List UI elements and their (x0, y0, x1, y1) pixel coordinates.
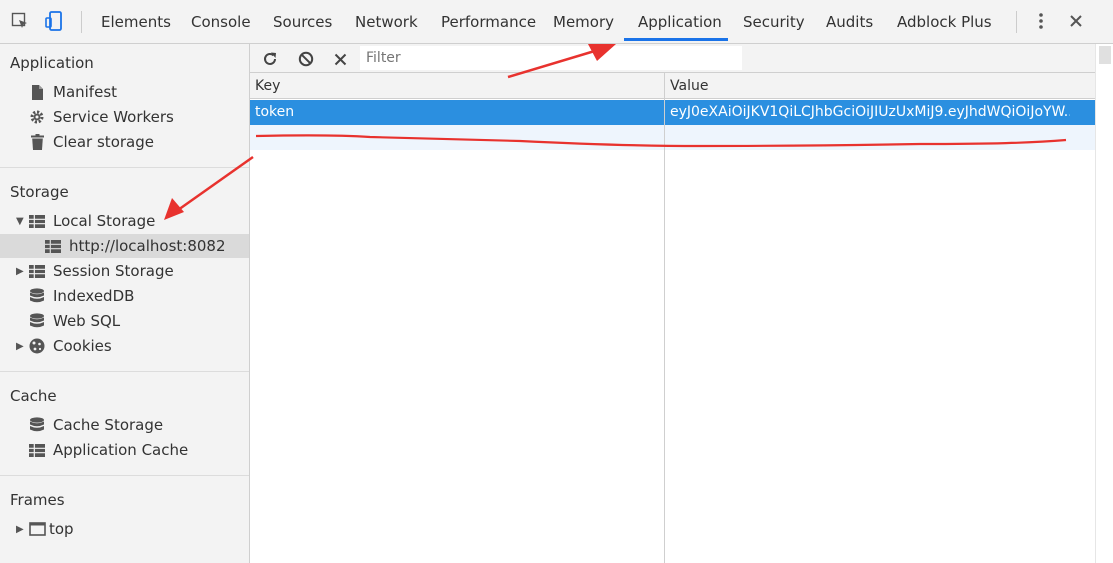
frame-window-icon (28, 521, 46, 537)
column-header-key[interactable]: Key (250, 73, 280, 99)
devtools-tabbar: Elements Console Sources Network Perform… (0, 0, 1113, 44)
application-sidebar: Application Manifest Service Workers Cle… (0, 44, 250, 563)
refresh-icon[interactable] (259, 48, 281, 70)
table-row-empty[interactable] (250, 125, 1095, 150)
table-grid-icon (44, 238, 62, 254)
sidebar-item-frame-top[interactable]: ▶ top (0, 517, 249, 541)
database-icon (28, 417, 46, 433)
column-divider (664, 73, 665, 563)
tab-network[interactable]: Network (355, 0, 418, 44)
trash-icon (28, 134, 46, 150)
sidebar-item-label: http://localhost:8082 (69, 237, 226, 255)
storage-toolbar (250, 44, 1095, 73)
section-divider (0, 167, 249, 168)
expand-arrow-right-icon[interactable]: ▶ (16, 341, 26, 352)
vertical-scrollbar[interactable] (1095, 44, 1113, 563)
value-cell[interactable]: eyJ0eXAiOiJKV1QiLCJhbGciOiJIUzUxMiJ9.eyJ… (665, 100, 1070, 125)
expand-arrow-right-icon[interactable]: ▶ (16, 524, 26, 535)
sidebar-item-label: IndexedDB (53, 287, 135, 305)
toolbar-divider (81, 11, 82, 33)
clear-all-icon[interactable] (295, 48, 317, 70)
expand-arrow-right-icon[interactable]: ▶ (16, 266, 26, 277)
table-grid-icon (28, 442, 46, 458)
sidebar-item-indexeddb[interactable]: IndexedDB (0, 284, 249, 308)
sidebar-item-label: Clear storage (53, 133, 154, 151)
cookie-icon (28, 338, 46, 354)
table-grid-icon (28, 263, 46, 279)
database-icon (28, 288, 46, 304)
sidebar-item-label: Application Cache (53, 441, 189, 459)
table-row[interactable]: token eyJ0eXAiOiJKV1QiLCJhbGciOiJIUzUxMi… (250, 100, 1095, 125)
section-divider (0, 371, 249, 372)
more-options-icon[interactable] (1030, 10, 1052, 32)
tab-elements[interactable]: Elements (101, 0, 171, 44)
sidebar-item-label: Local Storage (53, 212, 156, 230)
tab-security[interactable]: Security (743, 0, 805, 44)
sidebar-item-local-storage[interactable]: ▼ Local Storage (0, 209, 249, 233)
toolbar-divider (1016, 11, 1017, 33)
section-title-frames: Frames (10, 491, 65, 509)
sidebar-item-manifest[interactable]: Manifest (0, 80, 249, 104)
sidebar-item-clear-storage[interactable]: Clear storage (0, 130, 249, 154)
expand-arrow-down-icon[interactable]: ▼ (16, 216, 26, 227)
sidebar-item-label: Cookies (53, 337, 112, 355)
filter-input[interactable] (360, 46, 742, 70)
sidebar-item-label: Session Storage (53, 262, 174, 280)
sidebar-item-label: Service Workers (53, 108, 174, 126)
sidebar-item-application-cache[interactable]: Application Cache (0, 438, 249, 462)
tab-adblock-plus[interactable]: Adblock Plus (897, 0, 992, 44)
tab-performance[interactable]: Performance (441, 0, 536, 44)
close-icon[interactable] (1065, 10, 1087, 32)
sidebar-item-label: top (49, 520, 74, 538)
section-divider (0, 475, 249, 476)
device-toolbar-icon[interactable] (43, 10, 65, 32)
table-grid-icon (28, 213, 46, 229)
file-icon (28, 84, 46, 100)
key-cell[interactable]: token (250, 100, 664, 125)
section-title-application: Application (10, 54, 94, 72)
tab-memory[interactable]: Memory (553, 0, 614, 44)
inspect-element-icon[interactable] (9, 10, 31, 32)
sidebar-item-service-workers[interactable]: Service Workers (0, 105, 249, 129)
tab-console[interactable]: Console (191, 0, 251, 44)
sidebar-item-websql[interactable]: Web SQL (0, 309, 249, 333)
sidebar-item-session-storage[interactable]: ▶ Session Storage (0, 259, 249, 283)
scrollbar-thumb[interactable] (1099, 46, 1111, 64)
tab-audits[interactable]: Audits (826, 0, 873, 44)
sidebar-item-local-origin[interactable]: http://localhost:8082 (0, 234, 249, 258)
sidebar-item-label: Web SQL (53, 312, 121, 330)
sidebar-item-label: Cache Storage (53, 416, 164, 434)
sidebar-item-cookies[interactable]: ▶ Cookies (0, 334, 249, 358)
storage-table: Key Value token eyJ0eXAiOiJKV1QiLCJhbGci… (250, 73, 1095, 563)
delete-selected-icon[interactable] (329, 48, 351, 70)
section-title-storage: Storage (10, 183, 69, 201)
gear-icon (28, 109, 46, 125)
section-title-cache: Cache (10, 387, 57, 405)
column-header-value[interactable]: Value (665, 73, 708, 99)
active-tab-indicator (624, 38, 728, 41)
sidebar-item-cache-storage[interactable]: Cache Storage (0, 413, 249, 437)
tab-sources[interactable]: Sources (273, 0, 332, 44)
sidebar-item-label: Manifest (53, 83, 118, 101)
table-header: Key Value (250, 73, 1095, 99)
database-icon (28, 313, 46, 329)
